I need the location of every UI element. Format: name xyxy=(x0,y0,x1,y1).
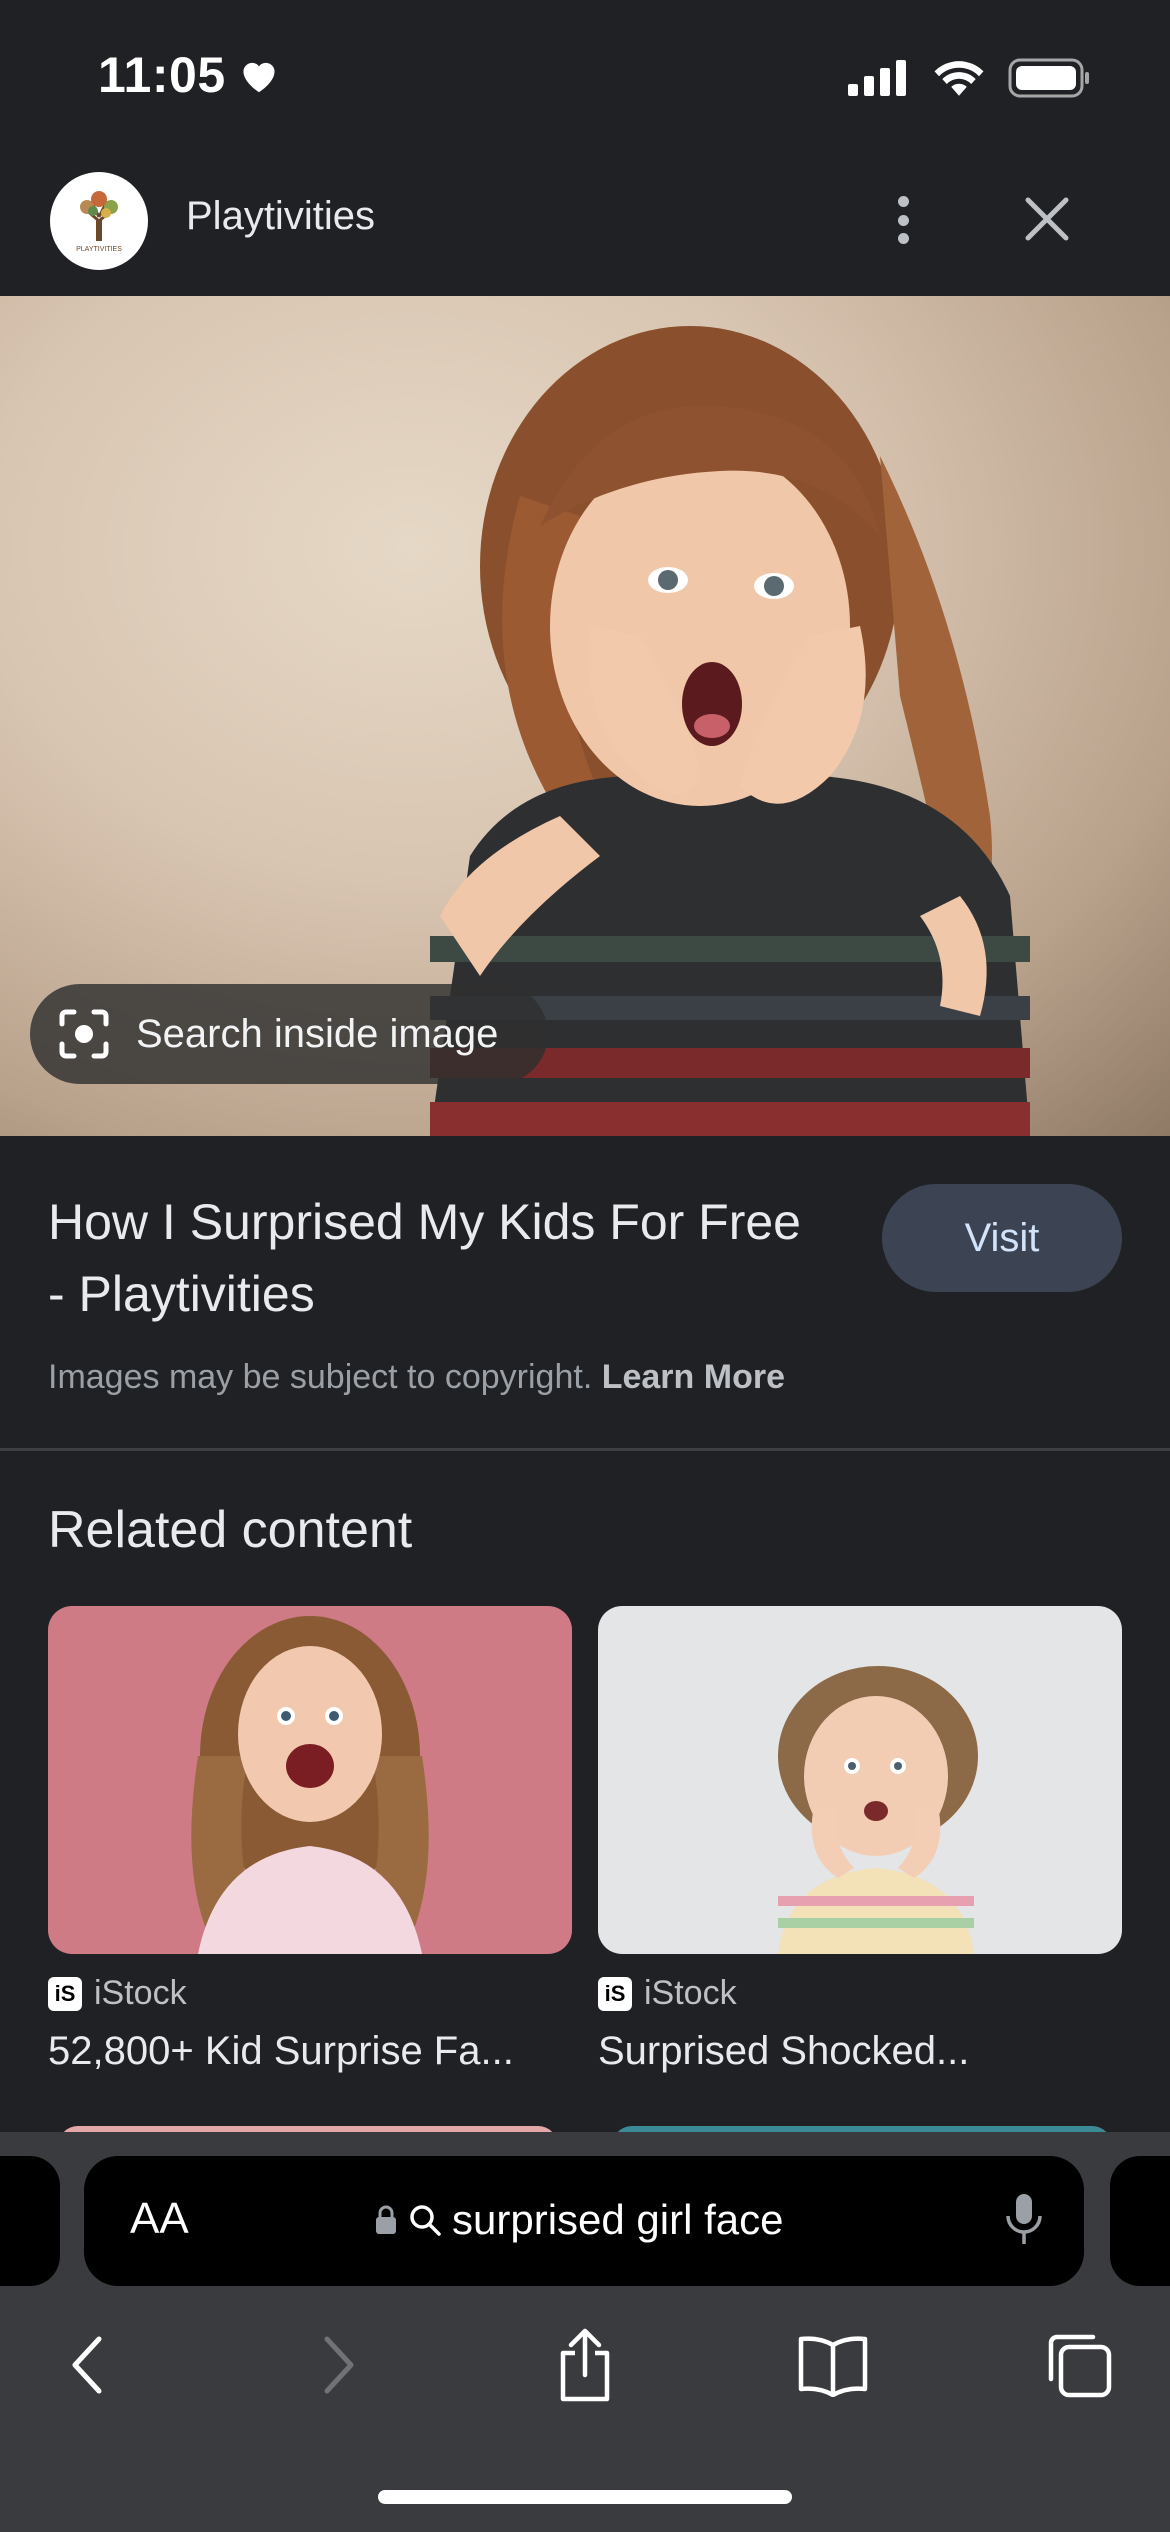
copyright-text: Images may be subject to copyright. xyxy=(48,1358,593,1396)
lens-icon xyxy=(59,1009,109,1059)
lock-icon xyxy=(376,2205,396,2234)
card-source: iS iStock xyxy=(48,1974,572,2013)
related-card[interactable]: iS iStock 52,800+ Kid Surprise Fa... xyxy=(48,1606,572,2074)
bookmarks-button[interactable] xyxy=(788,2320,878,2410)
search-inside-label: Search inside image xyxy=(136,1011,499,1056)
tree-logo-icon: PLAYTIVITIES xyxy=(61,183,137,259)
girl-photo-thumbnail xyxy=(191,1616,429,1954)
share-button[interactable] xyxy=(540,2320,630,2410)
home-indicator[interactable] xyxy=(378,2490,792,2504)
previous-tab-edge[interactable] xyxy=(0,2156,60,2286)
back-button[interactable] xyxy=(42,2320,132,2410)
share-icon xyxy=(560,2328,610,2402)
reader-settings-button[interactable]: AA xyxy=(130,2194,189,2244)
result-header: PLAYTIVITIES Playtivities xyxy=(0,150,1170,296)
related-content-heading: Related content xyxy=(48,1501,413,1559)
address-bar[interactable]: AA surprised girl face xyxy=(84,2156,1084,2286)
heart-icon xyxy=(243,62,275,93)
tabs-icon xyxy=(1048,2334,1112,2398)
toddler-photo-thumbnail xyxy=(778,1666,978,1954)
related-image[interactable] xyxy=(598,1606,1122,1954)
visit-button[interactable]: Visit xyxy=(882,1184,1122,1292)
result-info: How I Surprised My Kids For Free - Playt… xyxy=(0,1136,1170,1448)
copyright-notice: Images may be subject to copyright. Lear… xyxy=(48,1358,785,1397)
wifi-icon xyxy=(934,61,984,96)
more-options-button[interactable] xyxy=(880,190,926,250)
card-caption: Surprised Shocked... xyxy=(598,2029,970,2073)
close-icon[interactable] xyxy=(1016,188,1078,250)
dot xyxy=(897,214,909,226)
status-icons xyxy=(848,58,1090,98)
istock-logo-icon: iS xyxy=(48,1976,82,2011)
source-name: iStock xyxy=(644,1974,737,2012)
card-source: iS iStock xyxy=(598,1974,1122,2013)
site-avatar[interactable]: PLAYTIVITIES xyxy=(50,172,148,270)
status-time: 11:05 xyxy=(98,46,280,104)
url-text: surprised girl face xyxy=(452,2196,784,2243)
istock-logo-icon: iS xyxy=(598,1976,632,2011)
next-tab-edge[interactable] xyxy=(1110,2156,1170,2286)
back-icon xyxy=(72,2336,102,2394)
battery-icon xyxy=(1008,58,1089,98)
bookmarks-icon xyxy=(798,2336,868,2397)
source-name: iStock xyxy=(94,1974,187,2012)
result-title[interactable]: How I Surprised My Kids For Free - Playt… xyxy=(48,1186,808,1330)
card-caption: 52,800+ Kid Surprise Fa... xyxy=(48,2029,514,2073)
cellular-signal-icon xyxy=(848,60,906,96)
url-display[interactable]: surprised girl face xyxy=(374,2196,783,2244)
site-name[interactable]: Playtivities xyxy=(186,194,375,239)
browser-toolbar: AA surprised girl face xyxy=(0,2132,1170,2532)
search-icon xyxy=(410,2205,441,2236)
related-image[interactable] xyxy=(48,1606,572,1954)
dot xyxy=(897,233,909,244)
learn-more-link[interactable]: Learn More xyxy=(602,1358,785,1396)
divider xyxy=(0,1448,1170,1451)
forward-button[interactable] xyxy=(294,2320,384,2410)
tabs-button[interactable] xyxy=(1034,2320,1124,2410)
search-inside-image-button[interactable]: Search inside image xyxy=(30,984,549,1084)
more-vert-icon xyxy=(897,196,909,207)
aa-label: AA xyxy=(130,2194,189,2243)
microphone-icon[interactable] xyxy=(1004,2192,1044,2248)
time-text: 11:05 xyxy=(98,47,226,103)
result-image[interactable]: Search inside image xyxy=(0,296,1170,1136)
related-card[interactable]: iS iStock Surprised Shocked... xyxy=(598,1606,1122,2074)
svg-text:PLAYTIVITIES: PLAYTIVITIES xyxy=(76,246,122,253)
nav-row xyxy=(0,2320,1170,2430)
status-bar: 11:05 xyxy=(0,0,1170,150)
forward-icon xyxy=(324,2336,354,2394)
